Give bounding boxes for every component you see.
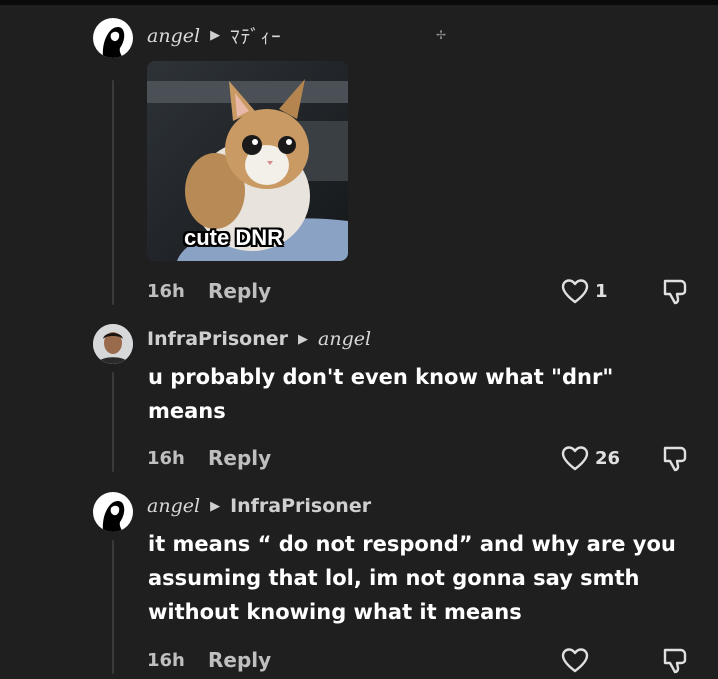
reply-to-name[interactable]: angel [318, 328, 371, 350]
heart-outline-icon [561, 446, 589, 471]
thumbs-down-icon [663, 446, 687, 472]
thumbs-down-icon [663, 279, 687, 305]
dislike-button[interactable] [662, 647, 688, 675]
comment-header: angel ▶ InfraPrisoner [147, 495, 371, 517]
thread-line [112, 80, 114, 305]
like-button[interactable]: 1 [561, 278, 608, 304]
avatar[interactable] [93, 324, 133, 364]
top-bar [0, 0, 718, 5]
comment-time: 16h [147, 650, 185, 671]
reply-button[interactable]: Reply [208, 446, 271, 470]
avatar-silhouette-icon [102, 501, 125, 532]
avatar[interactable] [93, 18, 133, 58]
comment-line: assuming that lol, im not gonna say smth [148, 566, 640, 590]
comment-text: u probably don't even know what "dnr" me… [148, 360, 613, 428]
sparkle-icon: ✢ [436, 28, 447, 42]
reply-to-name[interactable]: ﾏﾃﾞｨｰ [230, 22, 282, 49]
comment-header: InfraPrisoner ▶ angel [147, 328, 371, 350]
right-triangle-icon: ▶ [298, 331, 309, 347]
avatar[interactable] [93, 492, 133, 532]
comment-header: angel ▶ ﾏﾃﾞｨｰ [147, 22, 282, 49]
thumbs-down-icon [663, 648, 687, 674]
dislike-button[interactable] [662, 278, 688, 306]
dislike-button[interactable] [662, 445, 688, 473]
like-count: 26 [595, 447, 621, 469]
avatar-photo [93, 324, 133, 364]
author-name[interactable]: angel [147, 495, 200, 517]
author-name[interactable]: InfraPrisoner [147, 328, 288, 350]
right-triangle-icon: ▶ [210, 498, 221, 514]
comment-line: without knowing what it means [148, 600, 522, 624]
like-button[interactable]: 26 [561, 445, 620, 471]
comment-line: u probably don't even know what "dnr" [148, 365, 614, 389]
author-name[interactable]: angel [147, 25, 200, 47]
comment-line: it means “ do not respond” and why are y… [148, 532, 676, 556]
reply-to-name[interactable]: InfraPrisoner [230, 495, 371, 517]
comment-text: it means “ do not respond” and why are y… [148, 527, 676, 629]
like-button[interactable] [561, 647, 595, 673]
reply-button[interactable]: Reply [208, 648, 271, 672]
right-triangle-icon: ▶ [210, 28, 221, 43]
heart-outline-icon [561, 648, 589, 673]
heart-outline-icon [561, 279, 589, 304]
comment-line: means [148, 399, 226, 423]
like-count: 1 [595, 280, 608, 302]
sticker-image[interactable]: cute DNR [147, 61, 348, 261]
comment-time: 16h [147, 281, 185, 302]
reply-button[interactable]: Reply [208, 279, 271, 303]
comment-time: 16h [147, 448, 185, 469]
avatar-silhouette-icon [102, 27, 125, 58]
thread-line [112, 540, 114, 674]
sticker-caption: cute DNR [184, 225, 284, 250]
thread-line [112, 372, 114, 472]
